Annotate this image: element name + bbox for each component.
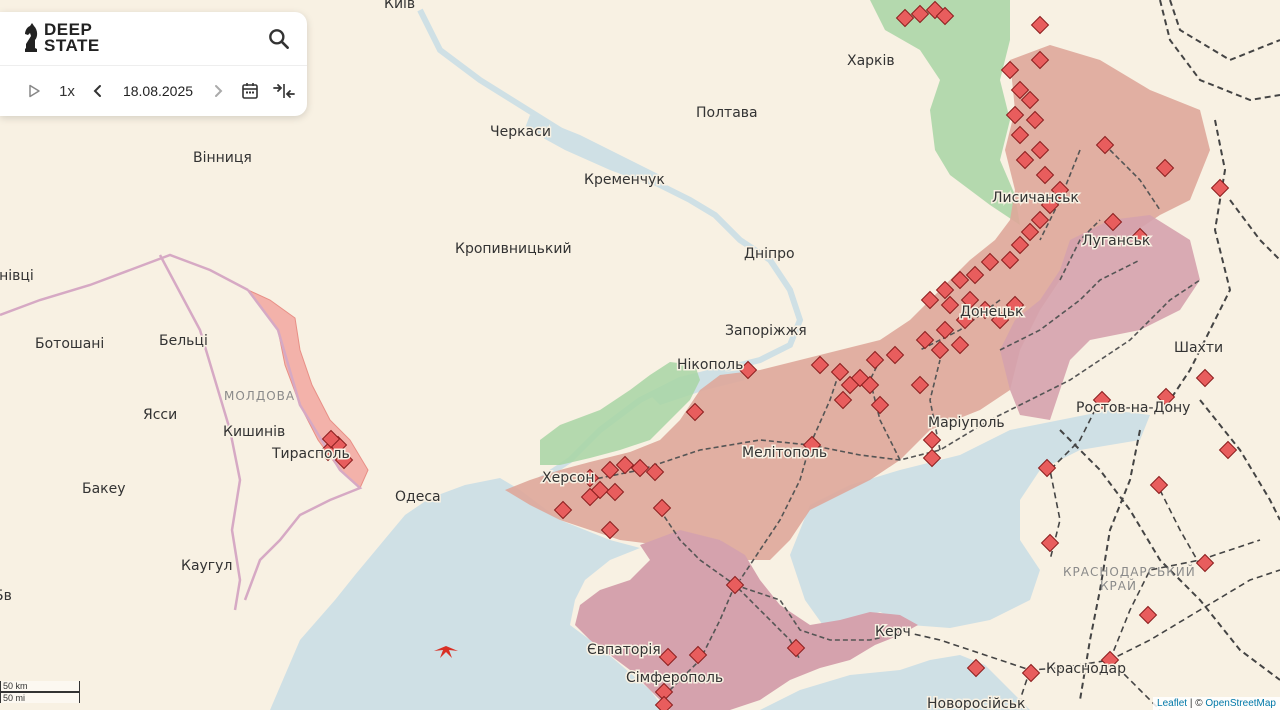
region-label-krasnodar-krai-2: КРАЙ [1100, 578, 1137, 593]
country-label-moldova: МОЛДОВА [224, 389, 295, 403]
city-label-rostov: Ростов-на-Дону [1076, 400, 1190, 416]
deepstate-logo[interactable]: DEEP STATE [22, 21, 100, 55]
city-label-bv: Бв [0, 588, 12, 604]
compare-button[interactable] [270, 76, 298, 106]
chevron-right-icon [215, 85, 223, 97]
calendar-icon [242, 83, 258, 99]
speed-button[interactable]: 1x [48, 76, 86, 106]
search-button[interactable] [266, 26, 292, 52]
city-label-kropyvnytskyi: Кропивницький [455, 241, 572, 257]
city-label-tiraspol: Тирасполь [271, 446, 350, 462]
next-day-button[interactable] [206, 76, 230, 106]
current-date[interactable]: 18.08.2025 [110, 76, 206, 106]
city-label-beltsi: Бельці [159, 333, 208, 349]
city-label-zaporizhzhia: Запоріжжя [725, 323, 807, 339]
play-button[interactable] [20, 76, 48, 106]
city-label-kerch: Керч [875, 624, 911, 640]
play-icon [29, 84, 40, 98]
city-label-nikopol: Нікополь [677, 357, 743, 373]
city-label-novorossiysk: Новоросійськ [927, 696, 1025, 710]
city-label-shakhty: Шахти [1174, 340, 1223, 356]
city-label-donetsk: Донецьк [960, 304, 1024, 320]
leaflet-link[interactable]: Leaflet [1157, 698, 1187, 709]
city-label-chisinau: Кишинів [223, 424, 285, 440]
city-label-odesa: Одеса [395, 489, 441, 505]
scale-metric: 50 km [0, 681, 80, 692]
city-label-luhansk: Луганськ [1082, 233, 1150, 249]
city-label-kremenchuk: Кременчук [584, 172, 665, 188]
previous-day-button[interactable] [86, 76, 110, 106]
city-label-bacau: Бакеу [82, 481, 126, 497]
map-attribution: Leaflet | © OpenStreetMap [1153, 697, 1280, 710]
city-label-lysychansk: Лисичанськ [992, 190, 1079, 206]
city-label-krasnodar: Краснодар [1046, 661, 1126, 677]
city-label-kherson: Херсон [542, 470, 595, 486]
search-icon [269, 29, 289, 49]
city-label-iasi: Ясси [143, 407, 177, 423]
city-label-vinnytsia: Вінниця [193, 150, 252, 166]
chevron-left-icon [93, 85, 101, 97]
city-label-poltava: Полтава [696, 105, 758, 121]
control-panel: DEEP STATE 1x 18.08.2025 [0, 12, 307, 116]
city-label-kharkiv: Харків [847, 53, 895, 69]
city-label-kyiv: Київ [384, 0, 415, 12]
collapse-arrows-icon [273, 84, 295, 98]
city-label-melitopol: Мелітополь [742, 445, 827, 461]
region-label-krasnodar-krai-1: КРАСНОДАРСЬКИЙ [1063, 564, 1196, 579]
scale-imperial: 50 mi [0, 692, 80, 703]
city-label-mariupol: Маріуполь [928, 415, 1005, 431]
city-label-dnipro: Дніпро [744, 246, 795, 262]
attribution-separator: | © [1187, 698, 1206, 709]
city-label-yevpatoria: Євпаторія [587, 642, 661, 658]
knight-icon [25, 23, 38, 52]
city-label-kaugul: Каугул [181, 558, 232, 574]
map-scale: 50 km 50 mi [0, 681, 80, 703]
city-label-cherkasy: Черкаси [490, 124, 551, 140]
panel-divider [0, 65, 307, 66]
logo-line-2: STATE [44, 36, 100, 55]
logo-text: DEEP STATE [44, 21, 100, 55]
timeline-controls: 1x 18.08.2025 [20, 76, 298, 106]
city-label-simferopol: Сімферополь [626, 670, 723, 686]
osm-link[interactable]: OpenStreetMap [1205, 698, 1276, 709]
calendar-button[interactable] [230, 76, 270, 106]
city-label-chernivtsi: Чернівці [0, 268, 34, 284]
city-label-botoshani: Ботошані [35, 336, 104, 352]
